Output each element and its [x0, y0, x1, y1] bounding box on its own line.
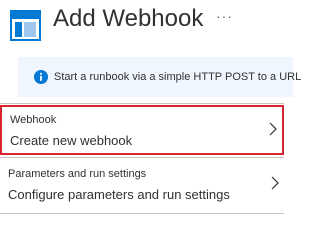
info-icon [34, 70, 48, 84]
divider [0, 213, 284, 214]
webhook-label: Webhook [10, 114, 57, 126]
blade-header: Add Webhook ··· [0, 0, 293, 52]
divider [0, 103, 284, 104]
info-text: Start a runbook via a simple HTTP POST t… [54, 71, 302, 83]
info-banner: Start a runbook via a simple HTTP POST t… [18, 57, 301, 97]
webhook-nav-item[interactable]: Webhook Create new webhook [0, 105, 284, 155]
webhook-blade-icon [10, 10, 41, 41]
chevron-right-icon [271, 176, 279, 190]
parameters-label: Parameters and run settings [8, 168, 147, 180]
more-options-icon[interactable]: ··· [216, 6, 233, 26]
parameters-value: Configure parameters and run settings [8, 187, 230, 202]
page-title: Add Webhook [53, 5, 204, 32]
chevron-right-icon [269, 122, 277, 136]
webhook-value: Create new webhook [10, 133, 133, 148]
divider [0, 157, 284, 158]
parameters-nav-item[interactable]: Parameters and run settings Configure pa… [0, 161, 284, 211]
